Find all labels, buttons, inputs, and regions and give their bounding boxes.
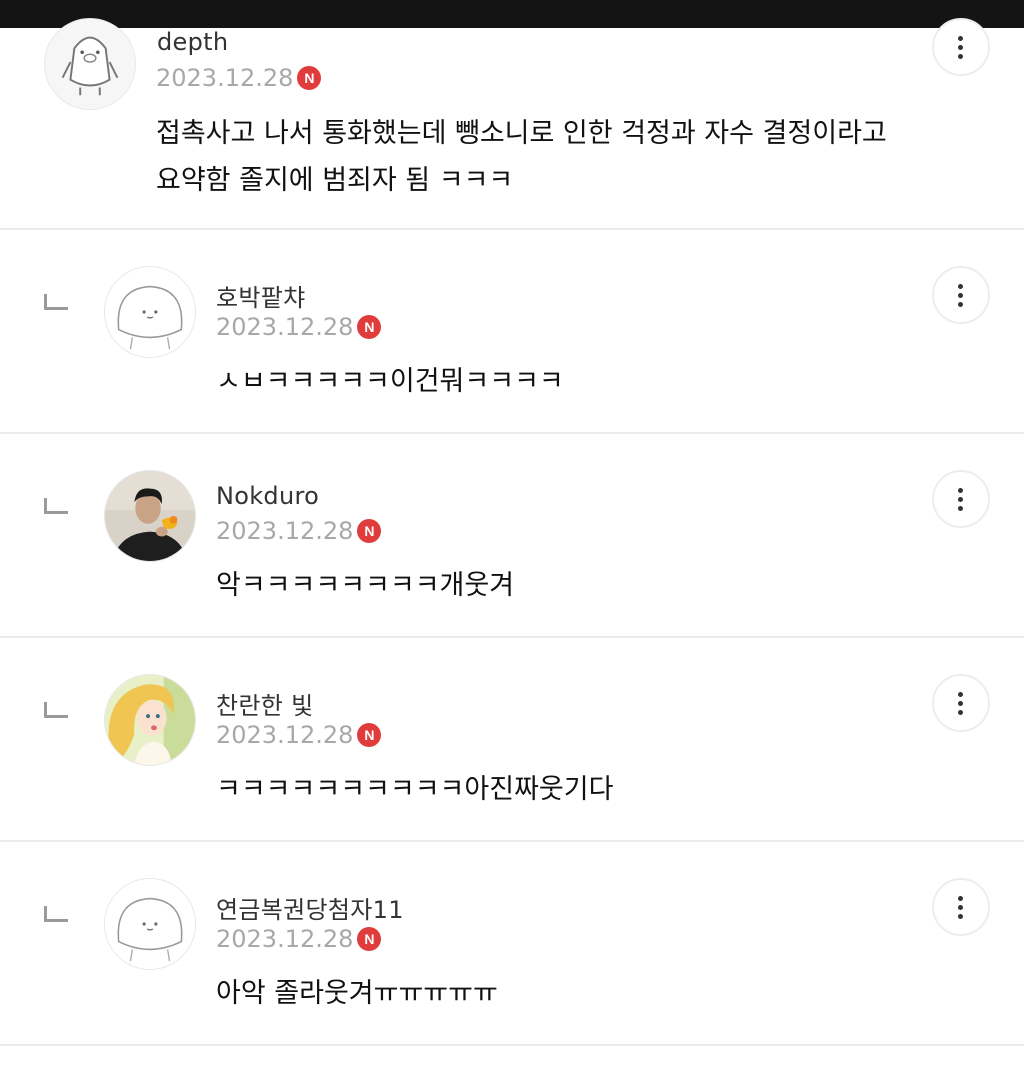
comment-date: 2023.12.28 N — [156, 64, 322, 92]
reply-arrow-icon — [44, 294, 68, 310]
illustrated-girl-photo[interactable] — [104, 674, 196, 766]
comment-text: ㅅㅂㅋㅋㅋㅋㅋ이건뭐ㅋㅋㅋㅋ — [216, 358, 564, 405]
new-badge: N — [357, 723, 382, 747]
comment-text-line: 악ㅋㅋㅋㅋㅋㅋㅋㅋ개웃겨 — [216, 570, 515, 601]
penguin-avatar-icon[interactable] — [44, 18, 136, 110]
more-vertical-icon — [958, 487, 964, 511]
new-badge: N — [357, 519, 382, 543]
divider — [0, 228, 1024, 230]
new-badge: N — [357, 315, 382, 339]
divider — [0, 840, 1024, 842]
divider — [0, 432, 1024, 434]
comment-text-line: ㅅㅂㅋㅋㅋㅋㅋ이건뭐ㅋㅋㅋㅋ — [216, 366, 564, 397]
default-blob-avatar-icon[interactable] — [104, 266, 196, 358]
more-options-button[interactable] — [932, 878, 990, 936]
comment-text-line: 접촉사고 나서 통화했는데 뺑소니로 인한 걱정과 자수 결정이라고 — [156, 118, 887, 149]
divider — [0, 636, 1024, 638]
reply-arrow-icon — [44, 702, 68, 718]
more-vertical-icon — [958, 691, 964, 715]
default-blob-avatar-icon[interactable] — [104, 878, 196, 970]
comment-nickname[interactable]: Nokduro — [216, 482, 319, 510]
more-options-button[interactable] — [932, 266, 990, 324]
more-options-button[interactable] — [932, 18, 990, 76]
more-options-button[interactable] — [932, 674, 990, 732]
comment-nickname[interactable]: 호박팥챠 — [216, 278, 306, 313]
more-options-button[interactable] — [932, 470, 990, 528]
comment-text: 악ㅋㅋㅋㅋㅋㅋㅋㅋ개웃겨 — [216, 562, 514, 609]
comment-nickname[interactable]: 연금복권당첨자11 — [216, 890, 404, 925]
divider — [0, 1044, 1024, 1046]
comment-date: 2023.12.28 N — [216, 925, 382, 953]
new-badge: N — [297, 66, 322, 90]
comment-text-line: 요약함 졸지에 범죄자 됨 ㅋㅋㅋ — [156, 165, 514, 196]
more-vertical-icon — [958, 283, 964, 307]
comment-nickname[interactable]: depth — [157, 28, 228, 56]
reply-arrow-icon — [44, 498, 68, 514]
comment-text: 접촉사고 나서 통화했는데 뺑소니로 인한 걱정과 자수 결정이라고 요약함 졸… — [156, 110, 887, 204]
comment-date: 2023.12.28 N — [216, 721, 382, 749]
comment-date: 2023.12.28 N — [216, 517, 382, 545]
person-with-bird-photo[interactable] — [104, 470, 196, 562]
comment-text-line: ㅋㅋㅋㅋㅋㅋㅋㅋㅋㅋ아진짜웃기다 — [216, 774, 614, 805]
comment-date: 2023.12.28 N — [216, 313, 382, 341]
comment-nickname[interactable]: 찬란한 빛 — [216, 686, 313, 721]
comment-text-line: 아악 졸라웃겨ㅠㅠㅠㅠㅠ — [216, 978, 498, 1009]
more-vertical-icon — [958, 895, 964, 919]
more-vertical-icon — [958, 35, 964, 59]
comment-text: ㅋㅋㅋㅋㅋㅋㅋㅋㅋㅋ아진짜웃기다 — [216, 766, 613, 813]
comment-text: 아악 졸라웃겨ㅠㅠㅠㅠㅠ — [216, 970, 498, 1017]
new-badge: N — [357, 927, 382, 951]
status-bar — [0, 0, 1024, 28]
reply-arrow-icon — [44, 906, 68, 922]
